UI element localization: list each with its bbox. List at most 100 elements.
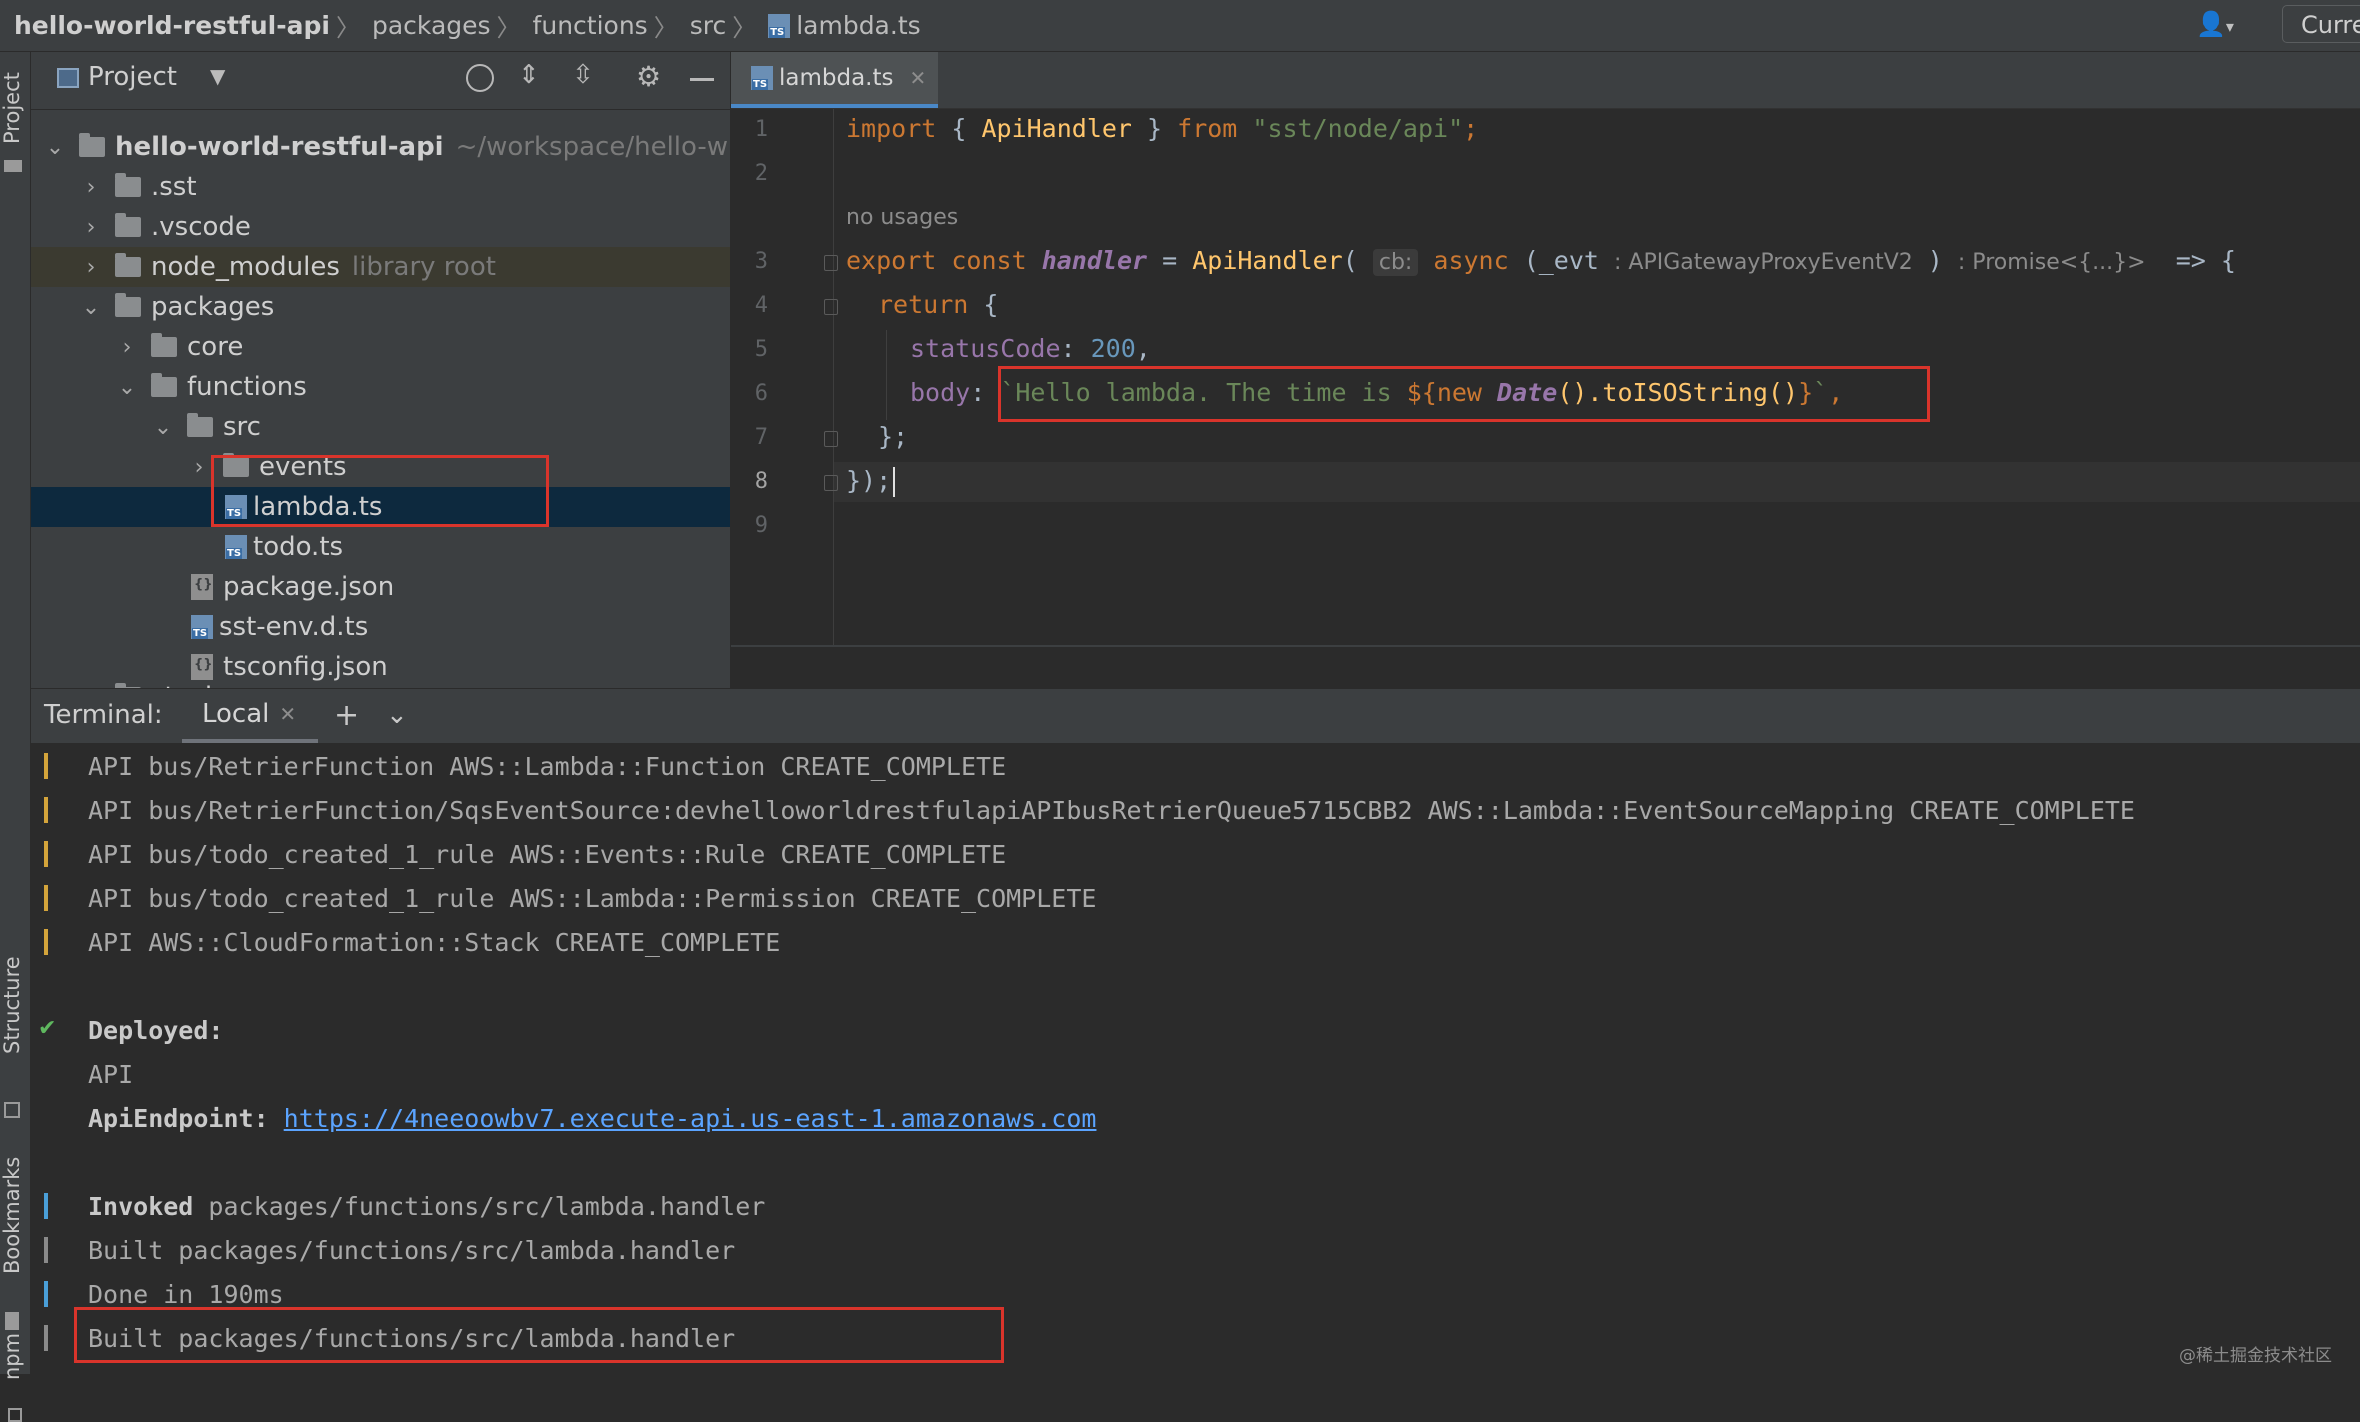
- tree-item-node-modules[interactable]: › node_modules library root: [31, 247, 730, 287]
- tree-item-package-json[interactable]: package.json: [31, 567, 730, 607]
- code-token: return: [878, 290, 969, 319]
- chevron-right-icon: 〉: [496, 14, 521, 42]
- tree-item-todo[interactable]: TS todo.ts: [31, 527, 730, 567]
- terminal-line: API bus/todo_created_1_rule AWS::Lambda:…: [88, 884, 1097, 913]
- project-tool-icon: [4, 160, 22, 172]
- chevron-down-icon[interactable]: ⌄: [386, 700, 408, 730]
- tree-item-vscode[interactable]: › .vscode: [31, 207, 730, 247]
- endpoint-link[interactable]: https://4neeoowbv7.execute-api.us-east-1…: [284, 1104, 1097, 1133]
- minimize-icon[interactable]: [690, 78, 714, 81]
- watermark: @稀土掘金技术社区: [2179, 1346, 2332, 1366]
- terminal-output[interactable]: [31, 744, 2360, 1374]
- tree-item-label: hello-world-restful-api: [115, 132, 444, 162]
- user-account-button[interactable]: 👤▾: [2196, 10, 2254, 40]
- tree-item-root[interactable]: ⌄ hello-world-restful-api ~/workspace/hel…: [31, 127, 730, 167]
- breadcrumb-item-functions[interactable]: functions: [533, 11, 648, 40]
- chevron-down-icon[interactable]: ⌄: [45, 135, 65, 160]
- return-type-hint: : Promise<{...}>: [1957, 250, 2146, 275]
- terminal-line: API bus/RetrierFunction AWS::Lambda::Fun…: [88, 752, 1007, 781]
- folder-icon: [115, 253, 141, 277]
- tree-item-label: node_modules: [151, 252, 340, 282]
- locate-file-icon[interactable]: [466, 64, 494, 92]
- chevron-down-icon: ▾: [2225, 17, 2234, 36]
- fold-marker-icon[interactable]: [824, 255, 838, 271]
- close-icon[interactable]: ✕: [279, 702, 296, 726]
- chevron-right-icon[interactable]: ›: [117, 335, 137, 360]
- project-tool-button[interactable]: Project: [0, 72, 24, 144]
- chevron-right-icon[interactable]: ›: [81, 175, 101, 200]
- current-line-highlight: [834, 462, 2360, 502]
- expand-all-icon[interactable]: ⇕: [518, 60, 540, 90]
- code-token: handler: [1041, 246, 1148, 275]
- log-marker: [44, 753, 48, 779]
- code-token: 200: [1090, 334, 1136, 363]
- tree-item-sst[interactable]: › .sst: [31, 167, 730, 207]
- terminal-line: Done in 190ms: [88, 1280, 284, 1309]
- breadcrumb-item-packages[interactable]: packages: [372, 11, 491, 40]
- chevron-down-icon[interactable]: ⌄: [153, 415, 173, 440]
- code-line-7: };: [878, 422, 909, 451]
- terminal-line: API AWS::CloudFormation::Stack CREATE_CO…: [88, 928, 781, 957]
- folder-icon: [187, 413, 213, 437]
- gear-icon[interactable]: ⚙: [636, 60, 661, 93]
- checkmark-icon: ✔: [38, 1016, 57, 1041]
- tree-item-functions[interactable]: ⌄ functions: [31, 367, 730, 407]
- tab-label: lambda.ts: [779, 65, 894, 91]
- tree-item-stacks[interactable]: › stacks: [31, 677, 730, 688]
- collapse-all-icon[interactable]: ⇳: [572, 60, 594, 90]
- log-marker: [44, 797, 48, 823]
- tree-item-sst-env[interactable]: TS sst-env.d.ts: [31, 607, 730, 647]
- folder-icon: [115, 683, 141, 688]
- log-marker: [44, 1281, 48, 1307]
- chevron-right-icon[interactable]: ›: [189, 455, 209, 480]
- gutter-divider: [833, 109, 834, 645]
- npm-tool-button[interactable]: npm: [0, 1333, 24, 1380]
- tree-item-label: src: [223, 412, 261, 442]
- tree-item-packages[interactable]: ⌄ packages: [31, 287, 730, 327]
- chevron-down-icon[interactable]: ▼: [210, 64, 225, 88]
- code-token: ,: [1135, 334, 1151, 363]
- close-icon[interactable]: ✕: [910, 66, 927, 90]
- indent-guide: [886, 330, 887, 420]
- terminal-title: Terminal:: [44, 700, 163, 730]
- add-terminal-icon[interactable]: +: [334, 698, 359, 733]
- bookmarks-tool-button[interactable]: Bookmarks: [0, 1157, 24, 1274]
- tab-lambda-ts[interactable]: TS lambda.ts ✕: [731, 52, 938, 108]
- code-token: (: [1342, 246, 1358, 275]
- tree-item-label: functions: [187, 372, 307, 402]
- chevron-right-icon[interactable]: ›: [81, 255, 101, 280]
- tree-item-path: ~/workspace/hello-w: [455, 132, 729, 162]
- terminal-endpoint-line: ApiEndpoint: https://4neeoowbv7.execute-…: [88, 1104, 1096, 1133]
- code-line-4: return {: [878, 290, 998, 319]
- chevron-right-icon[interactable]: ›: [81, 685, 101, 689]
- breadcrumb-item-file[interactable]: lambda.ts: [796, 11, 920, 40]
- chevron-right-icon[interactable]: ›: [81, 215, 101, 240]
- parameter-hint: cb:: [1372, 249, 1419, 276]
- code-token: :: [970, 378, 1001, 407]
- fold-marker-icon[interactable]: [824, 299, 838, 315]
- breadcrumb-item-src[interactable]: src: [690, 11, 727, 40]
- fold-marker-icon[interactable]: [824, 431, 838, 447]
- code-token: (_evt: [1508, 246, 1615, 275]
- breadcrumb-item-project[interactable]: hello-world-restful-api: [14, 11, 330, 40]
- fold-marker-icon[interactable]: [824, 475, 838, 491]
- tree-item-src[interactable]: ⌄ src: [31, 407, 730, 447]
- chevron-down-icon[interactable]: ⌄: [117, 375, 137, 400]
- code-token: => {: [2145, 246, 2236, 275]
- npm-icon: [8, 1408, 22, 1422]
- code-token: =: [1147, 246, 1193, 275]
- chevron-down-icon[interactable]: ⌄: [81, 295, 101, 320]
- project-view-selector[interactable]: Project: [88, 62, 177, 92]
- code-token: async: [1418, 246, 1509, 275]
- tree-item-core[interactable]: › core: [31, 327, 730, 367]
- run-config-button[interactable]: Curre: [2282, 5, 2360, 43]
- typescript-file-icon: TS: [768, 13, 791, 38]
- json-file-icon: [191, 574, 213, 600]
- code-token: ApiHandler: [1192, 246, 1343, 275]
- typescript-file-icon: TS: [751, 66, 773, 90]
- text-caret: [893, 467, 895, 497]
- terminal-tab-local[interactable]: Local ✕: [182, 689, 318, 743]
- structure-tool-button[interactable]: Structure: [0, 956, 24, 1054]
